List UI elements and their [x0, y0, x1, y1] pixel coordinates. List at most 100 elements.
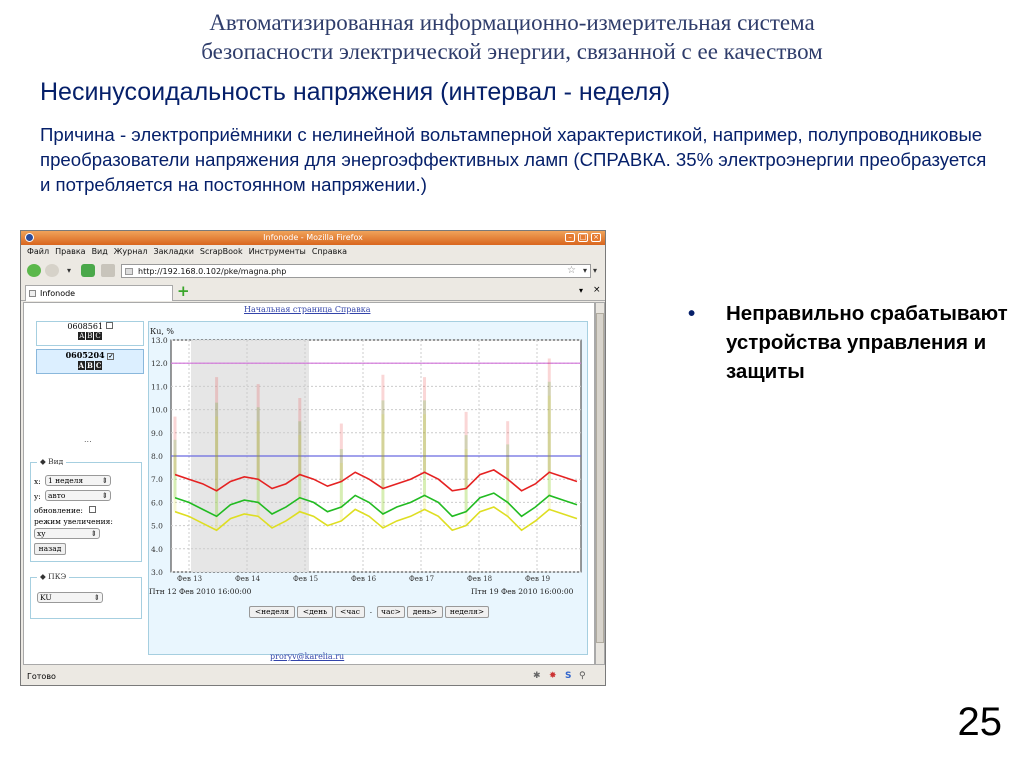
addon-icon-1[interactable]: ✱ [533, 671, 541, 681]
home-icon[interactable] [101, 264, 115, 277]
tab-infonode[interactable]: Infonode [25, 285, 173, 301]
pke-select-value: KU [40, 593, 52, 602]
x-tick-label: Фев 18 [467, 575, 492, 583]
x-tick-label: Фев 19 [525, 575, 550, 583]
phase-a[interactable]: A [78, 332, 86, 340]
page-icon [125, 268, 133, 275]
next-hour-button[interactable]: час> [377, 606, 405, 618]
minimize-icon[interactable]: – [565, 233, 575, 242]
menu-scrapbook[interactable]: ScrapBook [200, 247, 243, 256]
back-page-button[interactable]: назад [34, 543, 66, 555]
chart-end-label: Птн 19 Фев 2010 16:00:00 [471, 587, 574, 596]
new-tab-icon[interactable]: + [177, 284, 190, 299]
window-title: Infonode - Mozilla Firefox [263, 233, 363, 242]
x-tick-label: Фев 14 [235, 575, 261, 583]
addon-icon-3[interactable]: S [565, 671, 571, 681]
x-tick-label: Фев 16 [351, 575, 377, 583]
page-scrollbar[interactable] [595, 302, 605, 665]
scroll-thumb[interactable] [596, 313, 604, 643]
slide-title-line1: Автоматизированная информационно-измерит… [209, 10, 815, 35]
next-day-button[interactable]: день> [407, 606, 443, 618]
menu-help[interactable]: Справка [312, 247, 347, 256]
url-dropdown-icon[interactable]: ▾ [583, 266, 587, 275]
pke-select[interactable]: KU ⇕ [37, 592, 103, 603]
phase-c[interactable]: C [94, 332, 102, 340]
view-legend-text: Вид [48, 457, 64, 466]
y-tick-label: 11.0 [151, 382, 168, 391]
tab-bar: Infonode + ▾ × [21, 283, 605, 301]
menu-tools[interactable]: Инструменты [249, 247, 306, 256]
maximize-icon[interactable]: □ [578, 233, 588, 242]
chart-start-label: Птн 12 Фев 2010 16:00:00 [149, 587, 252, 596]
y-label: y: [34, 492, 41, 501]
x-tick-label: Фев 17 [409, 575, 434, 583]
close-tab-icon[interactable]: × [593, 285, 601, 295]
device-item-2[interactable]: 0605204 ✓ ABC [36, 349, 144, 374]
y-tick-label: 13.0 [151, 336, 168, 345]
y-select-value: авто [48, 491, 66, 500]
navigation-toolbar: ▾ http://192.168.0.102/pke/magna.php ☆ ▾… [21, 261, 605, 281]
tab-label: Infonode [40, 289, 76, 298]
device-2-id: 0605204 [65, 350, 105, 360]
x-select-arrow-icon: ⇕ [101, 476, 108, 485]
forward-icon[interactable] [45, 264, 59, 277]
history-dropdown-icon[interactable]: ▾ [67, 266, 75, 275]
phase-b-selected[interactable]: B [85, 361, 94, 370]
menu-view[interactable]: Вид [92, 247, 108, 256]
chart-frame: Кu, % 13.0 12.0 11.0 10.0 9.0 8.0 7.0 6.0 5.0 4.0 3… [148, 321, 588, 655]
menu-bookmarks[interactable]: Закладки [153, 247, 193, 256]
reload-icon[interactable] [81, 264, 95, 277]
browser-window: Infonode - Mozilla Firefox – □ × Файл Пра… [20, 230, 606, 686]
menu-file[interactable]: Файл [27, 247, 49, 256]
pke-select-arrow-icon: ⇕ [93, 593, 100, 602]
menu-edit[interactable]: Правка [55, 247, 85, 256]
device-1-checkbox[interactable] [105, 322, 113, 329]
phase-a-selected[interactable]: A [77, 361, 85, 370]
prev-hour-button[interactable]: <час [335, 606, 365, 618]
url-bar[interactable]: http://192.168.0.102/pke/magna.php ☆ ▾ [121, 264, 591, 278]
prev-week-button[interactable]: <неделя [249, 606, 295, 618]
y-tick-label: 6.0 [151, 498, 163, 507]
phase-b[interactable]: B [86, 332, 94, 340]
tab-list-icon[interactable]: ▾ [579, 286, 583, 295]
x-select-value: 1 неделя [48, 476, 84, 485]
menu-history[interactable]: Журнал [114, 247, 148, 256]
refresh-label: обновление: [34, 506, 83, 515]
page-links[interactable]: Начальная страница Справка [244, 305, 370, 314]
page-number: 25 [957, 700, 1003, 744]
slide-subtitle: Несинусоидальность напряжения (интервал … [40, 78, 671, 106]
refresh-checkbox[interactable] [89, 506, 96, 513]
more-dots[interactable]: ... [84, 435, 92, 444]
zoom-select[interactable]: xy ⇕ [34, 528, 100, 539]
menu-bar: Файл Правка Вид Журнал Закладки ScrapBook Инст… [21, 245, 605, 259]
close-icon[interactable]: × [591, 233, 601, 242]
device-2-checkbox[interactable]: ✓ [107, 353, 115, 360]
addon-icon-2[interactable]: ✸ [549, 671, 557, 681]
bullet-text: Неправильно срабатывают устройства управ… [726, 302, 1008, 383]
zoom-select-arrow-icon: ⇕ [90, 529, 97, 538]
zoom-select-value: xy [37, 529, 46, 538]
bookmark-star-icon[interactable]: ☆ [567, 265, 576, 276]
device-item-1[interactable]: 0608561 ABC [36, 321, 144, 346]
y-tick-label: 5.0 [151, 522, 163, 531]
addon-icon-4[interactable]: ⚲ [579, 671, 586, 681]
device-1-id: 0608561 [67, 322, 104, 331]
view-legend: ◆ Вид [37, 457, 67, 466]
prev-day-button[interactable]: <день [297, 606, 333, 618]
toolbar-dropdown-icon[interactable]: ▾ [593, 266, 601, 275]
y-tick-label: 8.0 [151, 452, 163, 461]
y-tick-label: 3.0 [151, 568, 163, 577]
contact-email[interactable]: proryv@karelia.ru [270, 652, 344, 661]
next-week-button[interactable]: неделя> [445, 606, 489, 618]
y-select[interactable]: авто ⇕ [45, 490, 111, 501]
y-tick-label: 7.0 [151, 475, 163, 484]
x-select[interactable]: 1 неделя ⇕ [45, 475, 111, 486]
phase-c-selected[interactable]: C [94, 361, 103, 370]
nav-center-dot: . [369, 606, 373, 615]
chart-nav: <неделя <день <час . час> день> неделя> [249, 606, 489, 618]
zoom-label: режим увеличения: [34, 517, 113, 526]
status-bar: Готово ✱ ✸ S ⚲ [21, 668, 605, 685]
back-icon[interactable] [27, 264, 41, 277]
x-tick-label: Фев 15 [293, 575, 318, 583]
bullet-marker: • [688, 302, 696, 325]
